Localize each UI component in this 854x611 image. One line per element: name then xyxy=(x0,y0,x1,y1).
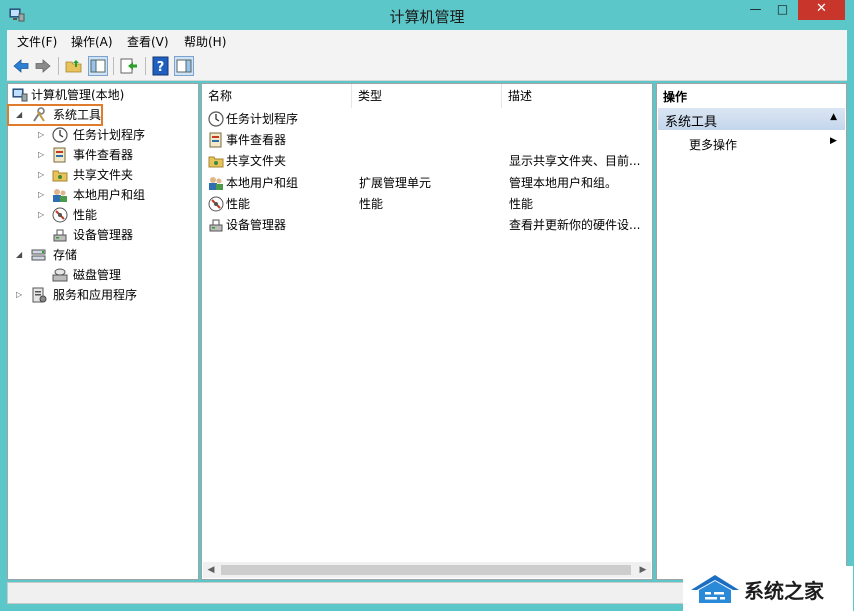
forward-icon[interactable] xyxy=(33,56,53,76)
users-icon xyxy=(53,189,67,202)
horizontal-scrollbar[interactable]: ◀ ▶ xyxy=(203,562,651,578)
performance-icon xyxy=(208,196,224,212)
device-manager-icon xyxy=(209,219,223,232)
collapsed-arrow-icon[interactable]: ▷ xyxy=(38,186,46,204)
shared-folder-icon xyxy=(52,170,68,182)
scrollbar-thumb[interactable] xyxy=(221,565,631,575)
title-bar[interactable]: 计算机管理 — □ ✕ xyxy=(0,0,854,30)
export-list-icon[interactable] xyxy=(119,56,139,76)
tree-label: 服务和应用程序 xyxy=(53,288,138,302)
list-row-shared-folders[interactable]: 共享文件夹 显示共享文件夹、目前... xyxy=(202,151,652,171)
site-watermark: 系统之家 xyxy=(683,566,853,611)
up-folder-icon[interactable] xyxy=(64,56,84,76)
list-cell-type: 扩展管理单元 xyxy=(359,176,432,190)
storage-icon xyxy=(31,249,46,261)
list-cell-name: 共享文件夹 xyxy=(226,154,287,168)
menu-action[interactable]: 操作(A) xyxy=(71,33,113,50)
tree-label: 存储 xyxy=(53,248,78,262)
maximize-button[interactable]: □ xyxy=(769,0,796,20)
tree-label: 任务计划程序 xyxy=(73,128,146,142)
list-cell-name: 事件查看器 xyxy=(226,133,287,147)
list-row-event-viewer[interactable]: 事件查看器 xyxy=(202,130,652,150)
collapsed-arrow-icon[interactable]: ▷ xyxy=(38,146,46,164)
clock-icon xyxy=(52,127,68,143)
list-cell-description: 性能 xyxy=(509,197,534,211)
tree-label: 设备管理器 xyxy=(73,228,134,242)
tree-label: 共享文件夹 xyxy=(73,168,134,182)
shared-folder-icon xyxy=(208,156,224,168)
event-viewer-icon xyxy=(53,147,66,163)
event-viewer-icon xyxy=(209,132,222,148)
list-row-performance[interactable]: 性能 性能 性能 xyxy=(202,194,652,214)
selection-highlight xyxy=(7,104,103,126)
list-cell-name: 任务计划程序 xyxy=(226,112,299,126)
list-row-device-manager[interactable]: 设备管理器 查看并更新你的硬件设... xyxy=(202,215,652,235)
tree-label: 本地用户和组 xyxy=(73,188,146,202)
tree-label: 性能 xyxy=(73,208,98,222)
toolbar: ? xyxy=(7,52,847,81)
collapse-up-icon[interactable]: ▲ xyxy=(830,112,837,122)
actions-title: 操作 xyxy=(663,90,688,104)
actions-section-label: 系统工具 xyxy=(665,115,718,130)
column-header-description[interactable]: 描述 xyxy=(502,84,652,108)
help-icon[interactable]: ? xyxy=(151,56,171,76)
list-cell-name: 性能 xyxy=(226,197,251,211)
list-cell-name: 本地用户和组 xyxy=(226,176,299,190)
list-cell-description: 管理本地用户和组。 xyxy=(509,176,618,190)
actions-section-header[interactable]: 系统工具 ▲ xyxy=(658,108,845,130)
menu-view[interactable]: 查看(V) xyxy=(127,33,169,50)
collapsed-arrow-icon[interactable]: ▷ xyxy=(38,166,46,184)
scroll-right-icon[interactable]: ▶ xyxy=(635,562,651,578)
watermark-text: 系统之家 xyxy=(744,579,824,603)
list-cell-type: 性能 xyxy=(359,197,384,211)
list-row-local-users[interactable]: 本地用户和组 扩展管理单元 管理本地用户和组。 xyxy=(202,173,652,193)
list-cell-description: 显示共享文件夹、目前... xyxy=(509,154,641,168)
show-hide-action-pane-icon[interactable] xyxy=(174,56,194,76)
toolbar-separator xyxy=(145,57,146,75)
services-icon xyxy=(32,287,47,303)
results-list[interactable]: 名称 类型 描述 任务计划程序 事件查看器 共享文件夹 显示共享文件夹、目前..… xyxy=(201,83,653,580)
svg-text:?: ? xyxy=(157,60,165,75)
computer-management-window: 计算机管理 — □ ✕ 文件(F) 操作(A) 查看(V) 帮助(H) ? 计算… xyxy=(0,0,854,611)
collapsed-arrow-icon[interactable]: ▷ xyxy=(38,206,46,224)
users-icon xyxy=(209,177,223,190)
performance-icon xyxy=(52,207,68,223)
menu-help[interactable]: 帮助(H) xyxy=(184,33,226,50)
minimize-button[interactable]: — xyxy=(742,0,769,20)
submenu-arrow-icon[interactable]: ▶ xyxy=(830,136,837,146)
menu-bar: 文件(F) 操作(A) 查看(V) 帮助(H) xyxy=(7,30,847,52)
computer-management-icon xyxy=(12,88,28,102)
tree-label: 事件查看器 xyxy=(73,148,134,162)
device-manager-icon xyxy=(53,229,67,242)
window-title: 计算机管理 xyxy=(389,8,465,26)
actions-pane: 操作 系统工具 ▲ 更多操作 ▶ xyxy=(656,83,847,580)
tree-label: 磁盘管理 xyxy=(73,268,122,282)
column-header-type[interactable]: 类型 xyxy=(352,84,502,108)
list-row-task-scheduler[interactable]: 任务计划程序 xyxy=(202,109,652,129)
more-actions-item[interactable]: 更多操作 xyxy=(689,136,737,153)
disk-management-icon xyxy=(52,268,68,282)
scroll-left-icon[interactable]: ◀ xyxy=(203,562,219,578)
clock-icon xyxy=(208,111,224,127)
toolbar-separator xyxy=(113,57,114,75)
toolbar-separator xyxy=(58,57,59,75)
tree-label: 计算机管理(本地) xyxy=(31,88,125,102)
menu-file[interactable]: 文件(F) xyxy=(17,33,57,50)
close-button[interactable]: ✕ xyxy=(798,0,845,20)
list-cell-description: 查看并更新你的硬件设... xyxy=(509,218,641,232)
watermark-house-logo xyxy=(691,575,739,603)
show-hide-tree-icon[interactable] xyxy=(88,56,108,76)
collapsed-arrow-icon[interactable]: ▷ xyxy=(16,286,24,304)
console-tree[interactable]: 计算机管理(本地) ◢ 系统工具 ▷ 任务计划程序 ▷ 事件查看器 ▷ 共享文件… xyxy=(7,83,199,580)
expanded-arrow-icon[interactable]: ◢ xyxy=(16,246,24,264)
column-header-name[interactable]: 名称 xyxy=(202,84,352,108)
list-cell-name: 设备管理器 xyxy=(226,218,287,232)
back-icon[interactable] xyxy=(11,56,31,76)
collapsed-arrow-icon[interactable]: ▷ xyxy=(38,126,46,144)
